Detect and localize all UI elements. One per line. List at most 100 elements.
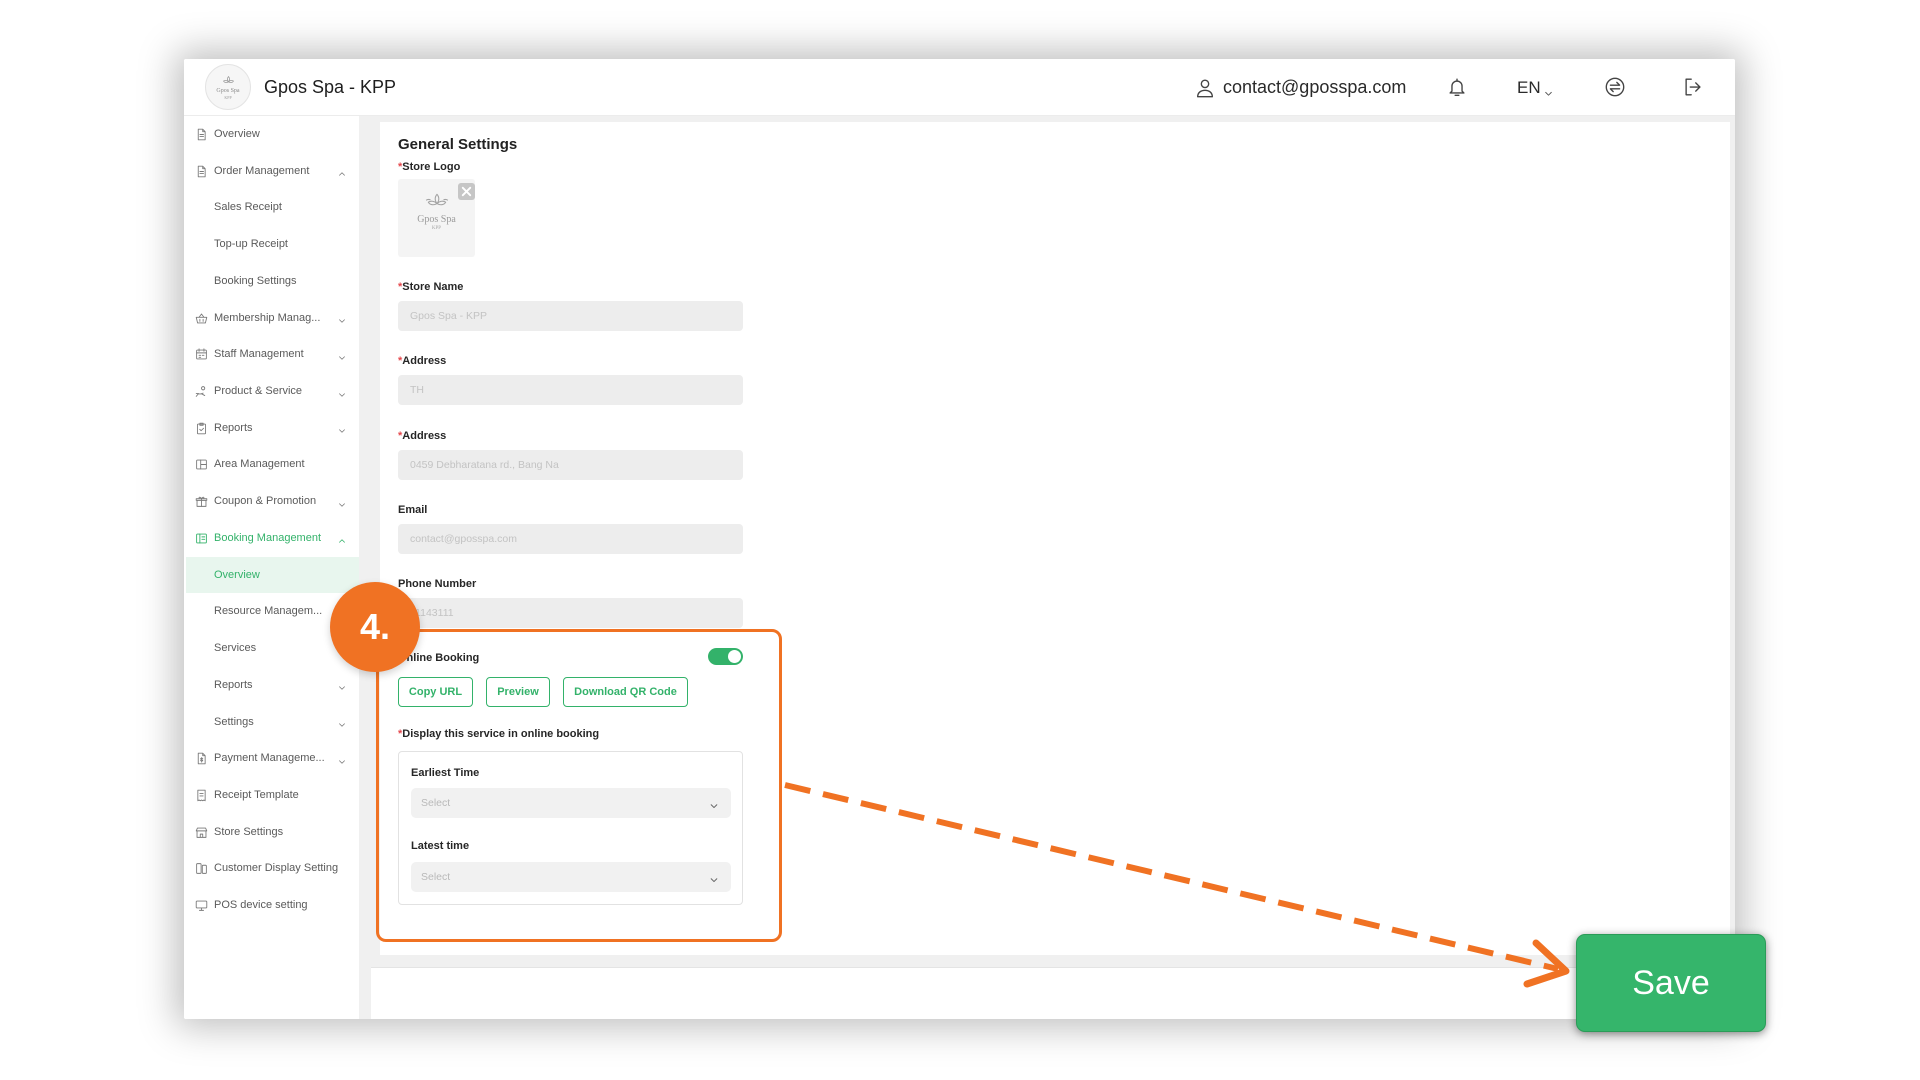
sidebar: Overview Order Management Sales Receipt Top… (184, 116, 359, 1019)
save-button[interactable]: Save (1576, 934, 1766, 1032)
sidebar-item-label: Top-up Receipt (214, 238, 288, 251)
latest-time-select[interactable]: Select (411, 862, 731, 892)
earliest-time-label: Earliest Time (411, 767, 480, 779)
phone-number-label-text: Phone Number (398, 578, 477, 591)
chevron-up-icon (337, 533, 347, 544)
email-label-text: Email (398, 503, 428, 516)
sidebar-item-reports[interactable]: Reports (184, 410, 359, 447)
sidebar-item-label: Product & Service (214, 385, 303, 398)
receipt-icon (195, 789, 208, 802)
sidebar-item-label: Reports (214, 678, 253, 691)
sidebar-item-label: Booking Management (214, 531, 322, 544)
sidebar-item-area-management[interactable]: Area Management (184, 446, 359, 483)
store-name-input[interactable] (398, 301, 743, 331)
sidebar-subitem-overview[interactable]: Overview (184, 556, 359, 594)
chevron-down-icon (709, 872, 719, 883)
sidebar-item-staff-management[interactable]: Staff Management (184, 336, 359, 373)
close-icon[interactable] (458, 183, 475, 200)
sidebar-item-payment-manageme[interactable]: Payment Manageme... (184, 740, 359, 777)
logout-icon[interactable] (1682, 76, 1704, 98)
sidebar-item-booking-management[interactable]: Booking Management (184, 520, 359, 557)
chevron-down-icon (337, 350, 347, 360)
sidebar-subitem-reports[interactable]: Reports (184, 667, 359, 704)
language-selector[interactable]: EN (1517, 59, 1553, 116)
email-input[interactable] (398, 523, 743, 554)
phone-number-input[interactable] (398, 598, 743, 629)
chevron-up-icon (337, 166, 347, 176)
lotus-logo-icon (221, 75, 236, 88)
store-name-label: *Store Name (398, 280, 743, 301)
phone-number-field: Phone Number (398, 577, 743, 651)
email-field: Email (398, 503, 743, 577)
sidebar-subitem-settings[interactable]: Settings (184, 704, 359, 741)
chevron-down-icon (337, 313, 347, 323)
sidebar-item-label: Resource Managem... (214, 605, 323, 618)
latest-time-placeholder: Select (421, 871, 451, 883)
latest-time-label: Latest time (411, 840, 470, 852)
pos-icon (195, 899, 208, 912)
sidebar-item-product-service[interactable]: Product & Service (184, 373, 359, 410)
store-logo-subtext: KPP (431, 226, 442, 231)
sidebar-item-overview[interactable]: Overview (184, 116, 359, 153)
chevron-down-icon (337, 497, 347, 507)
logo-text: Gpos Spa (216, 87, 240, 94)
store-logo-upload[interactable]: Gpos Spa KPP (398, 179, 475, 257)
sidebar-item-label: Sales Receipt (214, 201, 282, 214)
chevron-down-icon (337, 754, 347, 764)
sidebar-item-label: Coupon & Promotion (214, 495, 317, 508)
sidebar-item-label: Reports (214, 421, 253, 434)
earliest-time-select[interactable]: Select (411, 788, 731, 818)
download-qr-code-button[interactable]: Download QR Code (563, 677, 688, 707)
sidebar-item-label: Area Management (214, 458, 305, 471)
sidebar-item-coupon-promotion[interactable]: Coupon & Promotion (184, 483, 359, 520)
account-menu[interactable]: contact@gposspa.com (1194, 59, 1406, 116)
sidebar-item-membership-manag[interactable]: Membership Manag... (184, 300, 359, 337)
booking-icon (195, 532, 208, 545)
display-label-text: Display this service in online booking (402, 728, 600, 740)
user-email: contact@gposspa.com (1223, 77, 1407, 97)
header-store-logo[interactable]: Gpos Spa KPP (205, 64, 251, 110)
address-label-text: Address (402, 429, 447, 442)
sidebar-item-label: POS device setting (214, 899, 308, 912)
chevron-down-icon (337, 717, 347, 727)
copy-url-button[interactable]: Copy URL (398, 677, 473, 707)
sidebar-item-pos-device-setting[interactable]: POS device setting (184, 887, 359, 924)
sidebar-subitem-booking-settings[interactable]: Booking Settings (184, 263, 359, 300)
sidebar-item-label: Payment Manageme... (214, 752, 325, 765)
sidebar-item-label: Settings (214, 715, 254, 728)
sidebar-item-label: Booking Settings (214, 274, 297, 287)
sidebar-item-order-management[interactable]: Order Management (184, 153, 359, 190)
report-icon (195, 422, 208, 435)
sidebar-item-store-settings[interactable]: Store Settings (184, 814, 359, 851)
online-booking-toggle[interactable] (708, 648, 743, 665)
address-input[interactable] (398, 375, 743, 406)
address-label-2: *Address (398, 429, 743, 450)
address-field-2: *Address (398, 429, 743, 503)
store-logo-label: *Store Logo (398, 161, 460, 173)
file-icon (195, 128, 208, 141)
staff-icon (195, 348, 208, 361)
app-window: Gpos Spa KPP Gpos Spa - KPP contact@gpos… (184, 59, 1735, 1019)
preview-button[interactable]: Preview (486, 677, 550, 707)
chevron-down-icon (337, 680, 347, 690)
switch-icon[interactable] (1604, 76, 1626, 98)
online-booking-actions: Copy URL Preview Download QR Code (398, 677, 688, 707)
footer-bar (371, 967, 1735, 1019)
address-field: *Address (398, 354, 743, 428)
sidebar-subitem-top-up-receipt[interactable]: Top-up Receipt (184, 226, 359, 263)
sidebar-subitem-sales-receipt[interactable]: Sales Receipt (184, 189, 359, 226)
email-label: Email (398, 503, 743, 524)
bell-icon[interactable] (1446, 76, 1468, 98)
booking-time-range: Earliest Time Select Latest time Select (398, 751, 743, 905)
sidebar-item-label: Services (214, 642, 257, 655)
phone-number-label: Phone Number (398, 577, 743, 598)
sidebar-item-customer-display-setting[interactable]: Customer Display Setting (184, 850, 359, 887)
user-icon (1194, 77, 1216, 99)
store-logo-label-text: Store Logo (402, 161, 461, 173)
chevron-down-icon (709, 798, 719, 809)
address-input-2[interactable] (398, 449, 743, 480)
file-icon (195, 165, 208, 178)
display-in-online-booking-label: *Display this service in online booking (398, 728, 599, 740)
sidebar-item-receipt-template[interactable]: Receipt Template (184, 777, 359, 814)
step-badge: 4. (330, 582, 420, 672)
